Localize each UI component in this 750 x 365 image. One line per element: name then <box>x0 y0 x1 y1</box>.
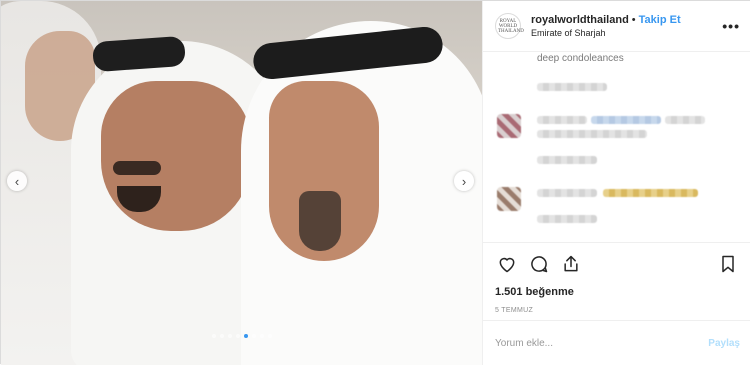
add-comment-bar: Paylaş <box>483 320 750 365</box>
post-side-panel: ROYAL WORLD THAILAND royalworldthailand •… <box>482 1 750 365</box>
location-link[interactable]: Emirate of Sharjah <box>531 28 722 38</box>
comment-icon[interactable] <box>527 252 551 276</box>
carousel-dot <box>211 334 216 338</box>
action-icons-row <box>495 251 740 277</box>
post-header-line: royalworldthailand • Takip Et <box>531 14 722 26</box>
heart-icon[interactable] <box>495 252 519 276</box>
likes-count[interactable]: 1.501 beğenme <box>495 286 740 298</box>
follow-button[interactable]: Takip Et <box>639 14 681 26</box>
comment-avatar[interactable] <box>497 187 521 211</box>
comment-meta-blurred <box>537 156 597 164</box>
carousel-dot <box>219 334 224 338</box>
comment-text-blurred <box>537 130 647 138</box>
caption-text: deep condoleances <box>537 53 624 64</box>
share-icon[interactable] <box>559 252 583 276</box>
comments-area[interactable]: deep condoleances <box>483 52 750 242</box>
comment-input[interactable] <box>495 337 709 349</box>
photo-right-man-beard <box>299 191 341 251</box>
post-header: ROYAL WORLD THAILAND royalworldthailand •… <box>483 1 750 52</box>
post-actions: 1.501 beğenme 5 TEMMUZ <box>483 242 750 314</box>
post-container: ‹ › ROYAL WORLD THAILAND royalworldthail… <box>0 0 750 365</box>
post-comment-button[interactable]: Paylaş <box>708 338 740 349</box>
comment-emoji-blurred <box>603 189 698 197</box>
photo-left-man-mustache <box>113 161 161 175</box>
comment-avatar[interactable] <box>497 114 521 138</box>
comment-mention-blurred <box>591 116 661 124</box>
post-date[interactable]: 5 TEMMUZ <box>495 307 740 314</box>
comment-meta-blurred <box>537 215 597 223</box>
chevron-left-icon: ‹ <box>14 173 20 189</box>
photo-left-man-face <box>101 81 251 231</box>
header-separator: • <box>631 14 636 26</box>
comment-username-blurred <box>537 116 587 124</box>
post-photo[interactable]: ‹ › <box>1 1 482 365</box>
avatar[interactable]: ROYAL WORLD THAILAND <box>495 13 524 39</box>
post-header-text: royalworldthailand • Takip Et Emirate of S… <box>531 14 722 38</box>
carousel-dot <box>259 334 264 338</box>
avatar-logo-text: ROYAL WORLD THAILAND <box>498 18 524 34</box>
comment-meta-blurred <box>537 83 607 91</box>
bookmark-icon[interactable] <box>716 252 740 276</box>
comment-username-blurred <box>537 189 597 197</box>
carousel-dot <box>251 334 256 338</box>
photo-left-man-agal <box>92 35 186 73</box>
chevron-right-icon: › <box>461 173 467 189</box>
username-link[interactable]: royalworldthailand <box>531 14 629 26</box>
carousel-indicator <box>1 334 482 338</box>
more-options-icon[interactable]: ••• <box>722 18 740 34</box>
carousel-dot <box>235 334 240 338</box>
carousel-dot <box>267 334 272 338</box>
carousel-next-button[interactable]: › <box>454 171 474 191</box>
carousel-prev-button[interactable]: ‹ <box>7 171 27 191</box>
carousel-dot <box>243 334 248 338</box>
comment-text-blurred <box>665 116 705 124</box>
carousel-dot <box>227 334 232 338</box>
